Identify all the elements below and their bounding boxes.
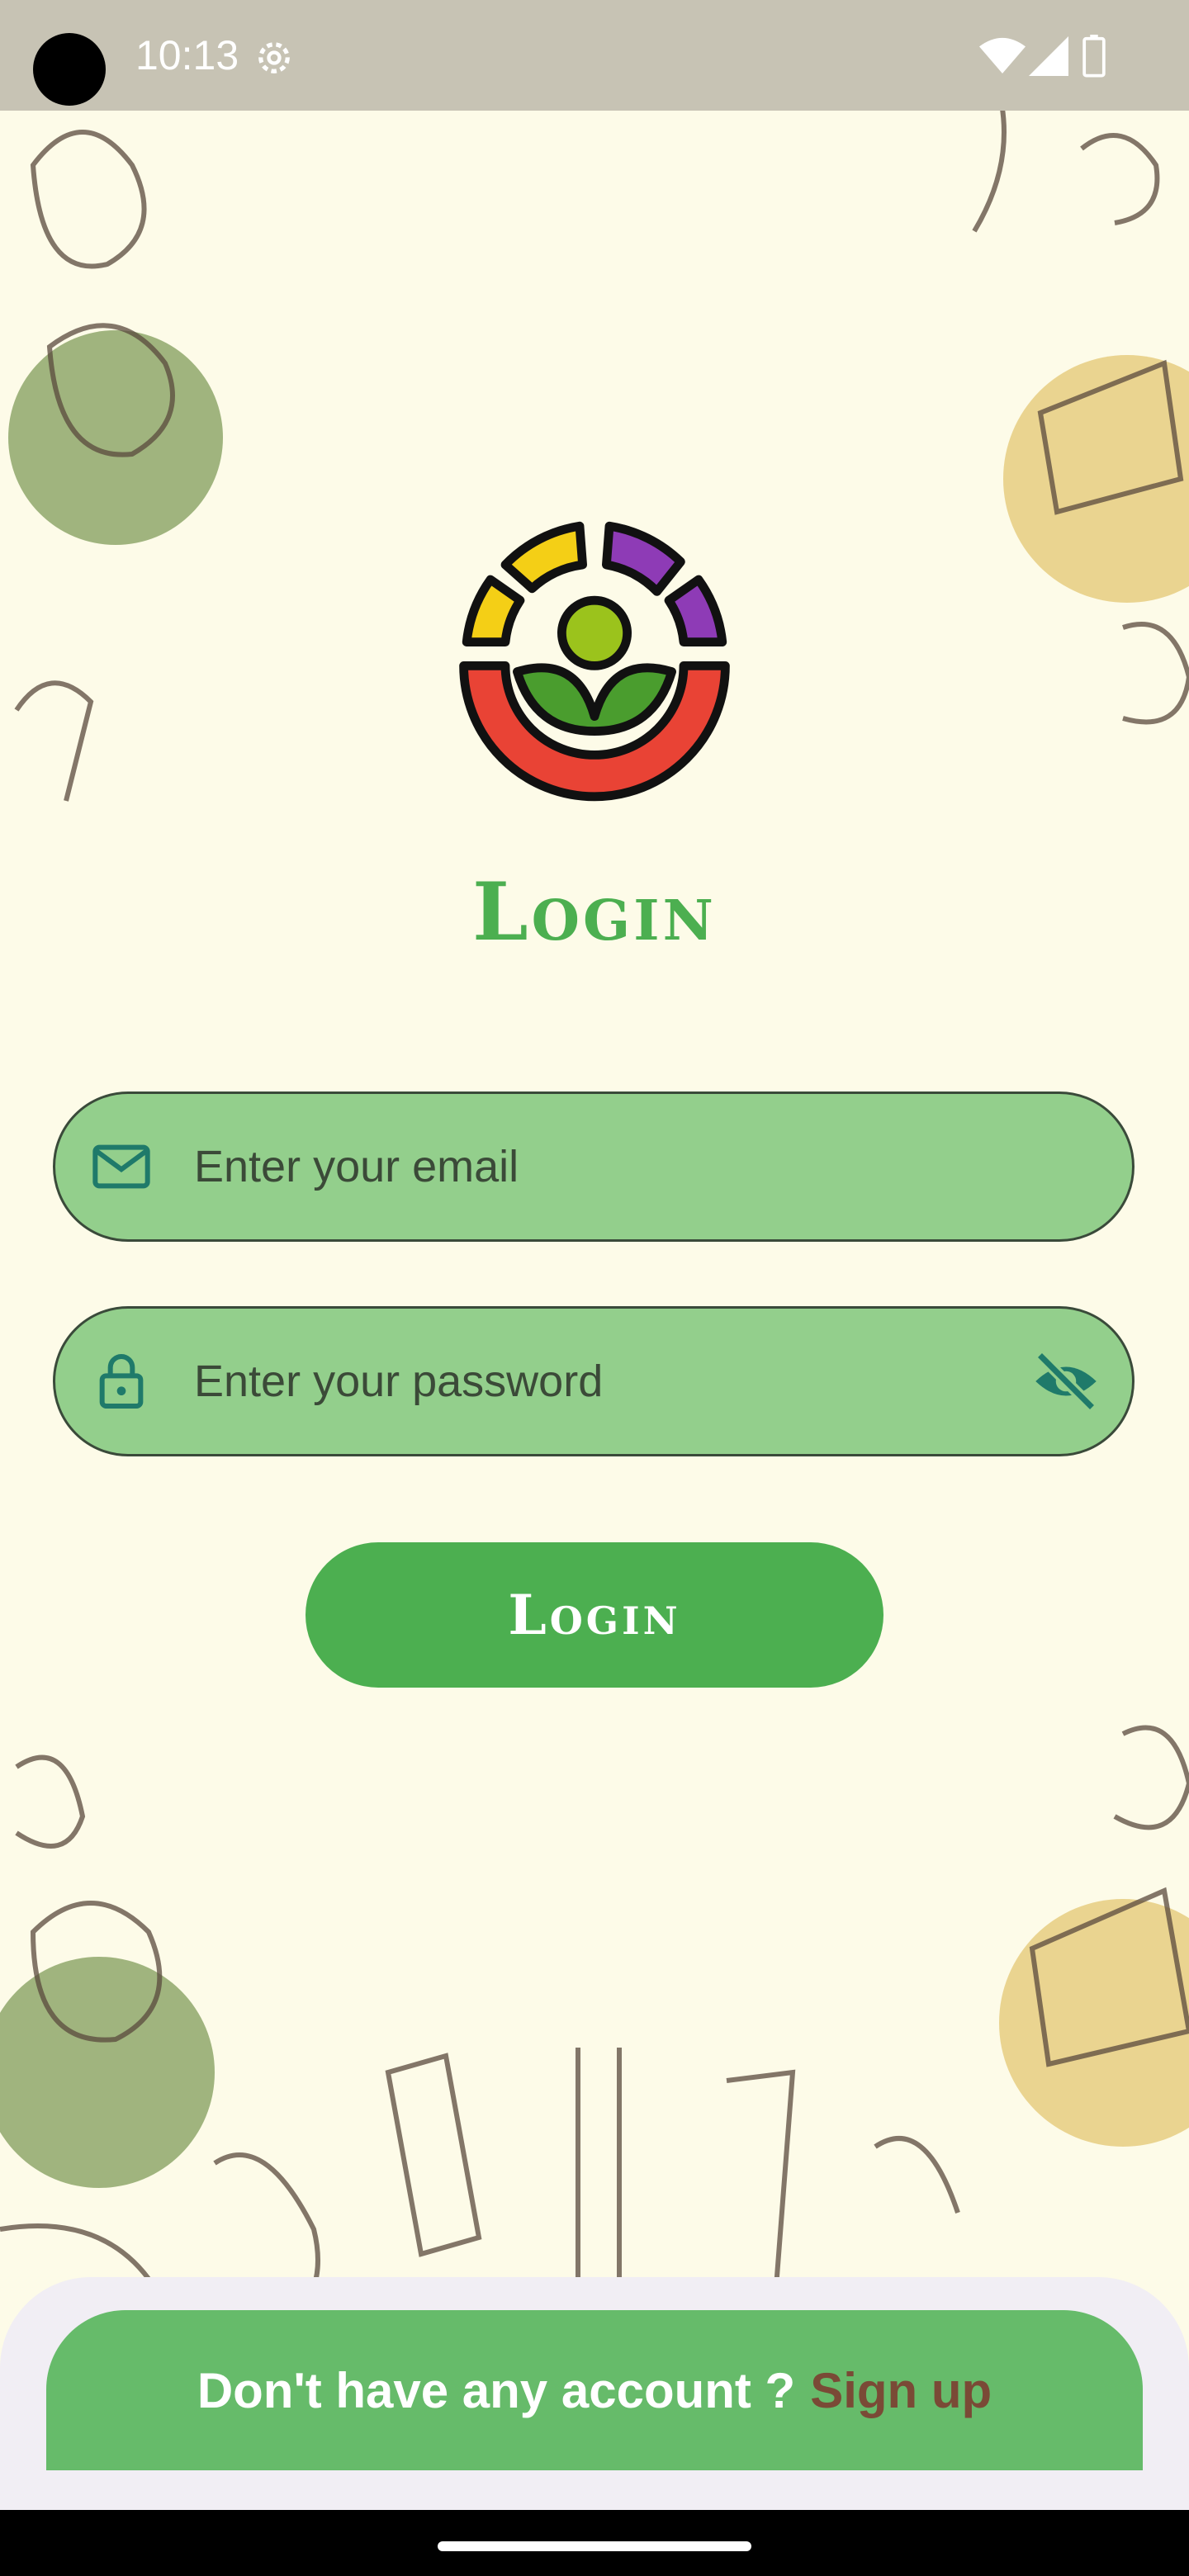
- home-handle[interactable]: [438, 2541, 751, 2551]
- background-illustration: [0, 0, 1189, 2331]
- password-field[interactable]: Enter your password: [53, 1306, 1135, 1456]
- page-title: Login: [472, 865, 717, 959]
- password-placeholder: Enter your password: [194, 1357, 604, 1406]
- lock-icon: [99, 1354, 144, 1409]
- login-button[interactable]: Login: [306, 1542, 883, 1688]
- signup-prompt: Don't have any account ?: [197, 2362, 796, 2418]
- app-logo: [459, 521, 730, 802]
- mail-icon: [92, 1144, 150, 1189]
- settings-icon: [258, 42, 290, 73]
- wifi-icon: [979, 37, 1026, 73]
- email-placeholder: Enter your email: [194, 1142, 519, 1191]
- email-field[interactable]: Enter your email: [53, 1091, 1135, 1242]
- camera-cutout: [33, 33, 106, 106]
- signal-icon: [1029, 36, 1068, 76]
- signup-link[interactable]: Sign up: [810, 2362, 992, 2419]
- signup-bar: Don't have any account ? Sign up: [46, 2310, 1143, 2470]
- battery-icon: [1082, 35, 1106, 78]
- status-bar: 10:13: [0, 0, 1189, 111]
- status-time: 10:13: [135, 32, 239, 78]
- eye-off-icon[interactable]: [1031, 1347, 1101, 1416]
